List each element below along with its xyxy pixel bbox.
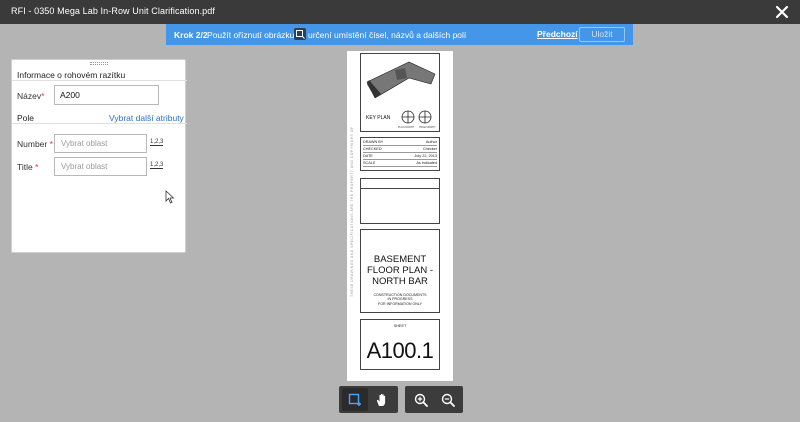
sheet-status: CONSTRUCTION DOCUMENTS IN PROGRESS FOR I… <box>373 293 427 306</box>
close-icon[interactable] <box>773 2 791 22</box>
name-label: Název* <box>17 91 45 101</box>
info-row: DATE July 22, 2013 <box>363 154 437 160</box>
save-button[interactable]: Uložit <box>579 27 625 42</box>
crop-icon <box>294 28 306 40</box>
sheet-title-box: BASEMENT FLOOR PLAN - NORTH BAR CONSTRUC… <box>360 229 440 313</box>
key-plan-label: KEY PLAN <box>366 115 391 121</box>
zoom-out-button[interactable] <box>435 388 461 411</box>
zoom-toolbar <box>405 386 463 413</box>
info-row: DRAWN BY Author <box>363 140 437 146</box>
true-north-arrow-icon <box>418 110 432 124</box>
fields-label: Pole <box>17 113 35 123</box>
zoom-in-button[interactable] <box>408 388 434 411</box>
panel-header: Informace o rohovém razítku <box>17 70 126 80</box>
info-row: SCALE As indicated <box>363 161 437 167</box>
sheet-title: BASEMENT FLOOR PLAN - NORTH BAR <box>367 254 433 287</box>
number-area-select[interactable]: Vybrat oblast <box>54 134 147 153</box>
title-field-label: Title * <box>17 162 39 172</box>
title-area-select[interactable]: Vybrat oblast <box>54 157 147 176</box>
info-row: CHECKED Checker <box>363 147 437 153</box>
key-plan-drawing-icon <box>366 61 436 99</box>
sheet-label: SHEET <box>393 324 407 328</box>
zoom-out-icon <box>441 393 455 407</box>
divider <box>361 188 439 189</box>
document-sheet[interactable]: THESE DRAWINGS AND SPECIFICATIONS ARE TH… <box>347 51 453 381</box>
step-indicator: Krok 2/2 <box>174 30 208 40</box>
true-north-label: TRUE NORTH <box>419 126 436 129</box>
revision-box <box>360 178 440 224</box>
window-title: RFI - 0350 Mega Lab In-Row Unit Clarific… <box>11 6 215 16</box>
number-field-label: Number * <box>17 139 53 149</box>
title-format-toggle[interactable]: 1,2,3 <box>150 162 164 169</box>
divider <box>12 123 187 124</box>
hand-icon <box>376 393 386 406</box>
title-block-panel: Informace o rohovém razítku Název* Pole … <box>11 59 187 253</box>
drag-handle[interactable] <box>90 62 108 65</box>
instruction-text-continued: určení umístění čísel, názvů a dalších p… <box>308 30 467 40</box>
north-arrow-icon <box>401 110 415 124</box>
divider <box>12 80 187 81</box>
select-more-attributes-link[interactable]: Vybrat další atributy <box>109 113 184 123</box>
pan-button[interactable] <box>369 388 395 411</box>
plan-north-label: PLAN NORTH <box>398 126 415 129</box>
instruction-text: Použít oříznutí obrázku <box>207 30 295 40</box>
selection-toolbar <box>339 386 398 413</box>
sheet-number: A100.1 <box>366 338 434 363</box>
mouse-pointer-icon <box>165 190 175 204</box>
previous-link[interactable]: Předchozí <box>537 29 578 39</box>
crop-select-icon <box>348 393 361 406</box>
crop-select-button[interactable] <box>342 388 368 411</box>
drawing-info-box: DRAWN BY Author CHECKED Checker DATE July 2… <box>360 137 440 171</box>
name-input[interactable] <box>54 85 159 105</box>
sheet-number-box: SHEET A100.1 <box>360 319 440 370</box>
zoom-in-icon <box>414 393 428 407</box>
step-instruction-bar: Krok 2/2 Použít oříznutí obrázku určení … <box>166 24 633 45</box>
key-plan-box: KEY PLAN PLAN NORTH TRUE NORTH <box>360 53 440 132</box>
window-titlebar: RFI - 0350 Mega Lab In-Row Unit Clarific… <box>0 0 800 24</box>
number-format-toggle[interactable]: 1,2,3 <box>150 139 164 146</box>
copyright-vertical-text: THESE DRAWINGS AND SPECIFICATIONS ARE TH… <box>350 126 354 297</box>
